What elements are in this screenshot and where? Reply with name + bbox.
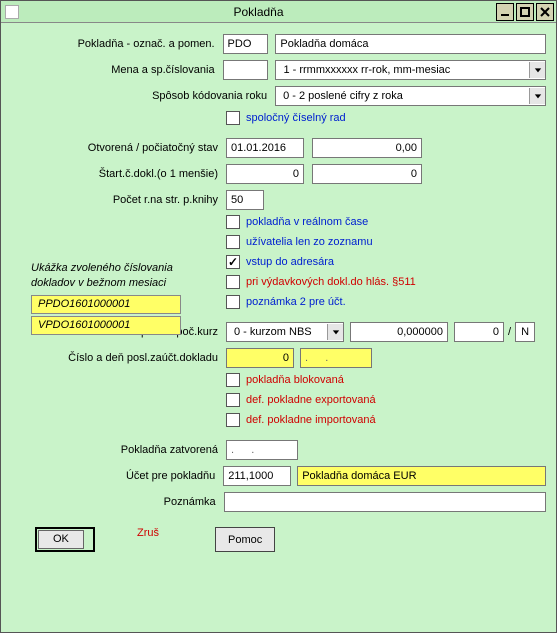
cancel-button[interactable]: Zruš	[125, 527, 185, 552]
maximize-button[interactable]	[516, 3, 534, 21]
exported-checkbox[interactable]	[226, 393, 240, 407]
window-title: Pokladňa	[21, 5, 496, 19]
account-input[interactable]	[223, 466, 291, 486]
label-oznac: Pokladňa - označ. a pomen.	[11, 38, 223, 50]
chevron-down-icon	[529, 62, 545, 78]
titlebar: Pokladňa	[1, 1, 556, 23]
label-otvorena: Otvorená / počiatočný stav	[11, 142, 226, 154]
label-startc: Štart.č.dokl.(o 1 menšie)	[11, 168, 226, 180]
start-doc-1-input[interactable]	[226, 164, 304, 184]
blocked-checkbox[interactable]	[226, 373, 240, 387]
preview-value-2: VPDO1601000001	[31, 316, 181, 335]
label-vstup: vstup do adresára	[246, 256, 334, 268]
minimize-icon	[500, 7, 510, 17]
label-blokovana: pokladňa blokovaná	[246, 374, 344, 386]
window-controls	[496, 3, 554, 21]
year-encoding-select[interactable]: 0 - 2 poslené cifry z roka	[275, 86, 546, 106]
preview-value-1: PPDO1601000001	[31, 295, 181, 314]
kurz-selected: 0 - kurzom NBS	[231, 326, 312, 338]
address-book-checkbox[interactable]	[226, 255, 240, 269]
shared-numbering-checkbox[interactable]	[226, 111, 240, 125]
preview-title: Ukážka zvoleného číslovania dokladov v b…	[31, 261, 211, 291]
label-zatvorena: Pokladňa zatvorená	[11, 444, 226, 456]
code-input[interactable]	[223, 34, 268, 54]
label-sposob: Spôsob kódovania roku	[11, 90, 275, 102]
label-vydavk: pri výdavkových dokl.do hlás. §511	[246, 276, 416, 288]
window: Pokladňa Pokladňa - označ. a pomen. Mena…	[0, 0, 557, 633]
note2-checkbox[interactable]	[226, 295, 240, 309]
note-input[interactable]	[224, 492, 546, 512]
numbering-preview: Ukážka zvoleného číslovania dokladov v b…	[31, 261, 211, 337]
rows-per-page-input[interactable]	[226, 190, 264, 210]
label-realcas: pokladňa v reálnom čase	[246, 216, 368, 228]
account-name-input[interactable]	[297, 466, 546, 486]
imported-checkbox[interactable]	[226, 413, 240, 427]
last-doc-number-input[interactable]	[226, 348, 294, 368]
open-amount-input[interactable]	[312, 138, 422, 158]
closed-date-input[interactable]	[226, 440, 298, 460]
close-icon	[540, 7, 550, 17]
slash: /	[508, 326, 511, 338]
numbering-select[interactable]: 1 - rrmmxxxxxx rr-rok, mm-mesiac	[275, 60, 546, 80]
year-encoding-selected: 0 - 2 poslené cifry z roka	[280, 90, 403, 102]
kurz-amount2-input[interactable]	[454, 322, 504, 342]
minimize-button[interactable]	[496, 3, 514, 21]
label-exportovana: def. pokladne exportovaná	[246, 394, 376, 406]
label-mena: Mena a sp.číslovania	[11, 64, 223, 76]
label-ucetpre: Účet pre pokladňu	[11, 470, 223, 482]
realtime-checkbox[interactable]	[226, 215, 240, 229]
currency-input[interactable]	[223, 60, 268, 80]
label-pozn2: poznámka 2 pre účt.	[246, 296, 346, 308]
app-icon	[5, 5, 19, 19]
help-button[interactable]: Pomoc	[215, 527, 275, 552]
name-input[interactable]	[275, 34, 546, 54]
label-pocetr: Počet r.na str. p.knihy	[11, 194, 226, 206]
ok-button[interactable]: OK	[35, 527, 95, 552]
ok-button-label: OK	[38, 530, 84, 549]
chevron-down-icon	[529, 88, 545, 104]
label-uziv: užívatelia len zo zoznamu	[246, 236, 373, 248]
chevron-down-icon	[327, 324, 343, 340]
maximize-icon	[520, 7, 530, 17]
users-list-checkbox[interactable]	[226, 235, 240, 249]
expense-511-checkbox[interactable]	[226, 275, 240, 289]
close-button[interactable]	[536, 3, 554, 21]
kurz-n-input[interactable]	[515, 322, 535, 342]
label-poznamka: Poznámka	[11, 496, 224, 508]
kurz-amount-input[interactable]	[350, 322, 448, 342]
kurz-select[interactable]: 0 - kurzom NBS	[226, 322, 344, 342]
label-spolocny: spoločný číselný rad	[246, 112, 346, 124]
last-doc-date-input[interactable]	[300, 348, 372, 368]
label-importovana: def. pokladne importovaná	[246, 414, 376, 426]
numbering-selected: 1 - rrmmxxxxxx rr-rok, mm-mesiac	[280, 64, 450, 76]
label-cisloaden: Číslo a deň posl.zaúčt.dokladu	[11, 352, 226, 364]
open-date-input[interactable]	[226, 138, 304, 158]
start-doc-2-input[interactable]	[312, 164, 422, 184]
